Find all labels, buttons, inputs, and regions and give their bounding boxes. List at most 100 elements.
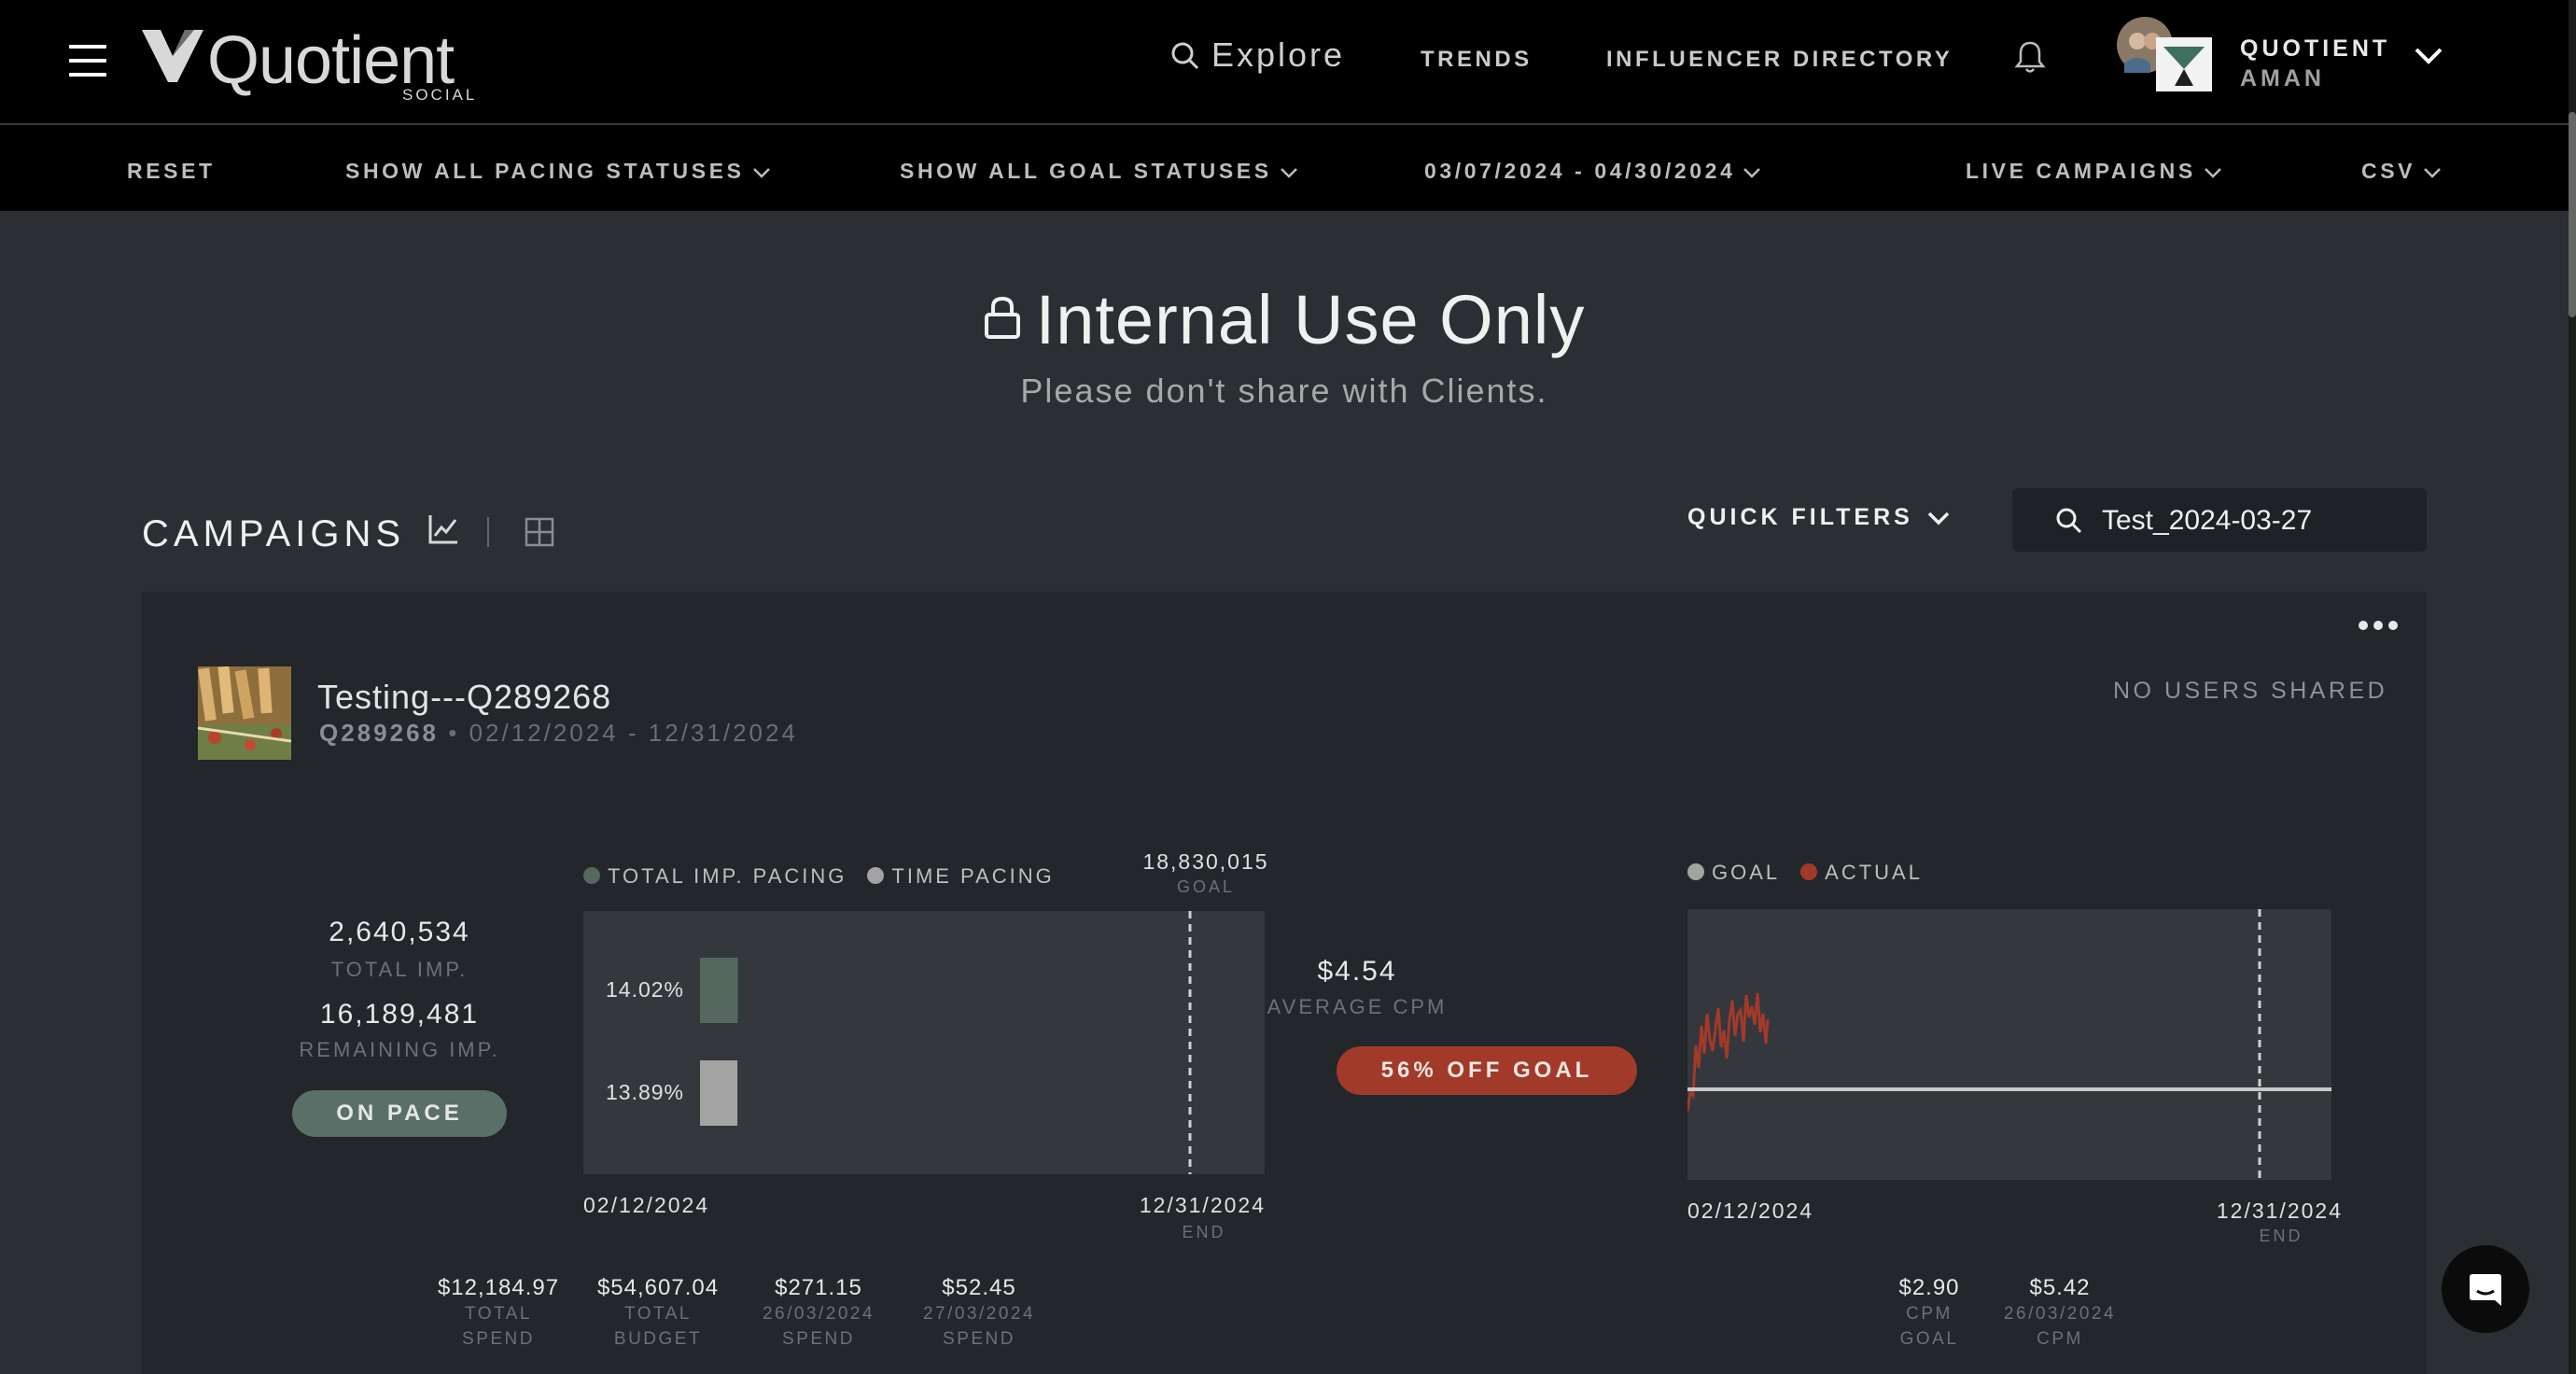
internal-use-heading: Internal Use Only: [0, 280, 2569, 359]
internal-use-subtitle: Please don't share with Clients.: [1020, 372, 1548, 410]
bell-icon[interactable]: [2014, 39, 2046, 75]
stat-value: $271.15: [775, 1275, 862, 1300]
line-chart-icon[interactable]: [427, 513, 459, 545]
daily-cpm-stat: $5.42 26/03/2024 CPM: [1967, 1275, 2153, 1352]
daily-spend-stat-2: $52.45 27/03/2024 SPEND: [886, 1275, 1072, 1352]
csv-dropdown[interactable]: CSV: [2361, 159, 2442, 184]
total-budget-stat: $54,607.04 TOTAL BUDGET: [565, 1275, 751, 1352]
search-icon: [2056, 508, 2082, 534]
internal-use-title: Internal Use Only: [1035, 281, 1586, 358]
campaign-thumbnail-image: [198, 666, 291, 760]
quotient-logo[interactable]: Quotient SOCIAL: [140, 23, 495, 104]
chevron-down-icon: [2204, 168, 2221, 178]
pacing-status-dropdown[interactable]: SHOW ALL PACING STATUSES: [345, 159, 771, 184]
cpm-legend: GOAL ACTUAL: [1687, 861, 1923, 885]
nav-influencer-directory[interactable]: INFLUENCER DIRECTORY: [1606, 47, 1953, 73]
stat-label-1: 26/03/2024: [762, 1304, 875, 1324]
campaign-card: Testing---Q289268 Q289268 • 02/12/2024 -…: [142, 592, 2427, 1374]
explore-link[interactable]: Explore: [1170, 35, 1345, 75]
goal-label: GOAL: [1176, 877, 1236, 896]
daily-spend-stat-1: $271.15 26/03/2024 SPEND: [725, 1275, 912, 1352]
campaign-thumbnail[interactable]: [198, 666, 291, 760]
quick-filters-dropdown[interactable]: QUICK FILTERS: [1687, 504, 1951, 531]
pacing-bar-label: 14.02%: [606, 977, 684, 1002]
user-avatar[interactable]: [2117, 17, 2214, 93]
pacing-status-label: SHOW ALL PACING STATUSES: [345, 159, 745, 183]
goal-value: 18,830,015: [1142, 849, 1269, 874]
campaigns-title: CAMPAIGNS: [142, 513, 406, 554]
stat-label-2: CPM: [2037, 1329, 2083, 1349]
stat-value: $5.42: [2029, 1275, 2091, 1300]
campaign-dates: 02/12/2024 - 12/31/2024: [469, 719, 798, 747]
total-pacing-legend: TOTAL IMP. PACING: [608, 864, 847, 888]
goal-dot: [1687, 863, 1704, 881]
total-imp-label: TOTAL IMP.: [330, 958, 469, 981]
grid-icon[interactable]: [525, 517, 554, 547]
avatar-image: [2117, 17, 2212, 91]
campaign-id: Q289268: [319, 719, 439, 747]
goal-status-badge: 56% OFF GOAL: [1337, 1046, 1637, 1095]
pacing-chart: 14.02% 13.89%: [583, 911, 1265, 1174]
cpm-chart-background: [1687, 909, 2331, 1180]
chevron-down-icon: [2424, 168, 2441, 178]
chevron-down-icon: [1280, 168, 1297, 178]
reset-label: RESET: [127, 159, 216, 183]
pacing-end-date: 12/31/2024: [1139, 1193, 1266, 1217]
hamburger-menu-icon[interactable]: [69, 45, 106, 77]
goal-status-dropdown[interactable]: SHOW ALL GOAL STATUSES: [900, 159, 1298, 184]
campaign-search-input[interactable]: [2100, 499, 2412, 542]
stat-label-1: 26/03/2024: [2003, 1304, 2117, 1324]
chat-button[interactable]: [2442, 1245, 2529, 1333]
stat-label-1: 27/03/2024: [922, 1304, 1036, 1324]
csv-label: CSV: [2361, 159, 2416, 183]
goal-status-label: SHOW ALL GOAL STATUSES: [900, 159, 1272, 183]
stat-label-1: TOTAL: [624, 1304, 692, 1324]
shared-users-status: NO USERS SHARED: [2113, 678, 2388, 704]
total-spend-stat: $12,184.97 TOTAL SPEND: [405, 1275, 592, 1352]
stat-value: $52.45: [942, 1275, 1016, 1300]
pacing-start-date: 02/12/2024: [583, 1193, 710, 1217]
average-cpm-label: AVERAGE CPM: [1267, 995, 1448, 1018]
logo-subtext: SOCIAL: [402, 86, 478, 104]
pacing-bar: [700, 958, 738, 1023]
nav-trends[interactable]: TRENDS: [1421, 47, 1533, 73]
chevron-down-icon: [752, 168, 770, 178]
time-pacing-legend: TIME PACING: [891, 864, 1055, 888]
pacing-chart-background: [583, 911, 1265, 1174]
explore-label: Explore: [1211, 35, 1346, 74]
pacing-legend: TOTAL IMP. PACING TIME PACING: [583, 864, 1055, 889]
view-toggle-divider: [487, 517, 489, 547]
date-range-dropdown[interactable]: 03/07/2024 - 04/30/2024: [1424, 159, 1761, 184]
remaining-imp-label: REMAINING IMP.: [299, 1038, 500, 1061]
live-campaigns-dropdown[interactable]: LIVE CAMPAIGNS: [1966, 159, 2222, 184]
cpm-chart: [1687, 909, 2331, 1180]
campaign-name[interactable]: Testing---Q289268: [317, 678, 611, 717]
stat-label-1: TOTAL: [465, 1304, 532, 1324]
remaining-imp-value: 16,189,481: [319, 999, 480, 1030]
chevron-down-icon[interactable]: [2414, 47, 2443, 65]
lock-icon: [984, 297, 1020, 340]
goal-legend: GOAL: [1712, 861, 1781, 884]
scrollbar-thumb[interactable]: [2569, 112, 2576, 317]
average-cpm-value: $4.54: [1317, 956, 1397, 987]
user-subname: AMAN: [2240, 65, 2325, 91]
quick-filters-label: QUICK FILTERS: [1687, 504, 1913, 530]
time-pacing-dot: [867, 867, 885, 885]
more-dots-icon[interactable]: [2358, 620, 2399, 631]
user-name: QUOTIENT: [2240, 35, 2391, 62]
reset-button[interactable]: RESET: [127, 159, 216, 184]
pacing-bar: [700, 1060, 738, 1126]
total-pacing-dot: [583, 867, 600, 885]
cpm-start-date: 02/12/2024: [1687, 1199, 1814, 1223]
campaign-meta: Q289268 • 02/12/2024 - 12/31/2024: [319, 719, 798, 748]
cpm-end-label: END: [2259, 1227, 2303, 1245]
campaign-search[interactable]: [2012, 488, 2427, 552]
stat-label-2: SPEND: [782, 1329, 855, 1349]
actual-legend: ACTUAL: [1825, 861, 1923, 884]
stat-value: $54,607.04: [596, 1275, 720, 1300]
pacing-bar-label: 13.89%: [606, 1080, 684, 1104]
stat-label-2: SPEND: [462, 1329, 535, 1349]
chevron-down-icon: [1927, 512, 1950, 526]
filter-bar: RESET SHOW ALL PACING STATUSES SHOW ALL …: [0, 125, 2569, 211]
date-range-label: 03/07/2024 - 04/30/2024: [1424, 159, 1736, 183]
